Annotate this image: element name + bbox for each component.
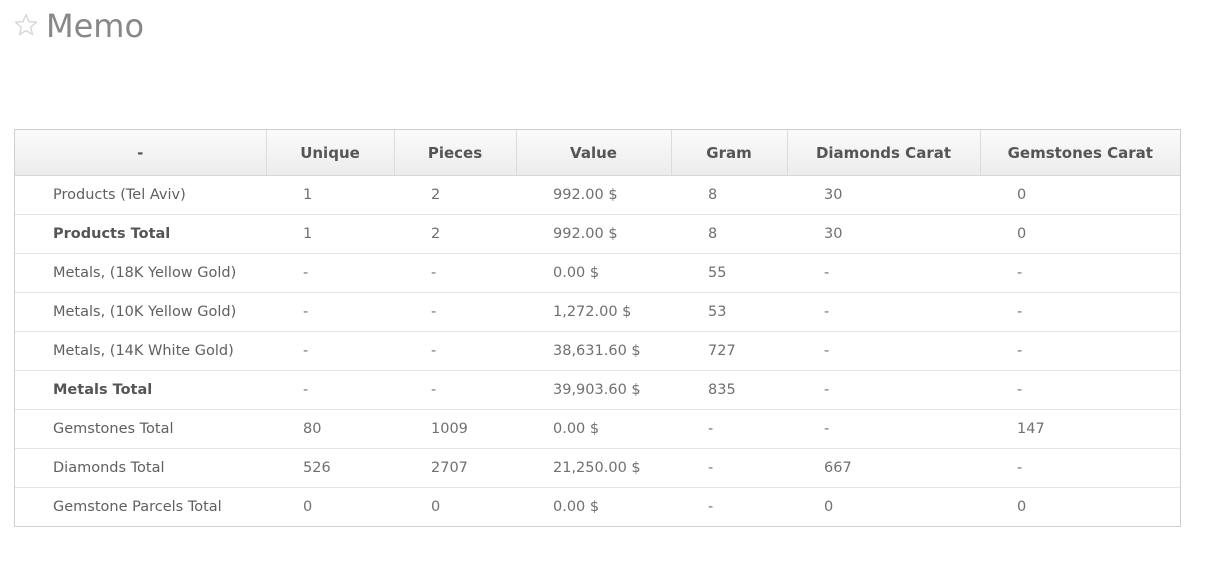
gemstones-carat-cell: 0 — [980, 175, 1180, 215]
gemstones-carat-cell: - — [980, 448, 1180, 488]
value-cell: 39,903.60 $ — [516, 370, 671, 410]
column-header-gemstones-carat[interactable]: Gemstones Carat — [980, 130, 1180, 176]
table-row: Gemstones Total 80 1009 0.00 $ - -147 — [15, 409, 1180, 449]
column-header-diamonds-carat[interactable]: Diamonds Carat — [787, 130, 981, 176]
value-cell: 0.00 $ — [516, 253, 671, 293]
unique-cell: - — [266, 331, 394, 371]
diamonds-carat-cell: 30 — [787, 214, 980, 254]
table-row: Gemstone Parcels Total 0 0 0.00 $ - 0 0 — [15, 488, 1180, 527]
diamonds-carat-cell: - — [787, 292, 980, 332]
row-label: Metals, (10K Yellow Gold) — [15, 292, 266, 332]
pieces-cell: 1009 — [394, 409, 516, 449]
page-title: Memo — [46, 7, 145, 45]
value-cell: 21,250.00 $ — [516, 448, 671, 488]
summary-table: - Unique Pieces Value Gram Diamonds Cara… — [14, 129, 1181, 527]
table-row: Products Total 1 2 992.00 $8 30 0 — [15, 214, 1180, 254]
diamonds-carat-cell: 667 — [787, 448, 980, 488]
row-label: Diamonds Total — [15, 448, 266, 488]
value-cell: 38,631.60 $ — [516, 331, 671, 371]
gram-cell: 8 — [671, 175, 787, 215]
gemstones-carat-cell: - — [980, 292, 1180, 332]
table-row: Metals Total - -39,903.60 $835- - — [15, 370, 1180, 410]
gram-cell: 835 — [671, 370, 787, 410]
diamonds-carat-cell: - — [787, 253, 980, 293]
unique-cell: - — [266, 292, 394, 332]
gemstones-carat-cell: 0 — [1017, 499, 1027, 515]
column-header-label[interactable]: - — [15, 130, 267, 176]
row-label: Metals Total — [15, 370, 266, 410]
pieces-cell: 2 — [394, 175, 516, 215]
pieces-cell: 2 — [394, 214, 516, 254]
pieces-cell: - — [394, 292, 516, 332]
pieces-cell: - — [394, 253, 516, 293]
unique-cell: 526 — [266, 448, 394, 488]
column-header-pieces[interactable]: Pieces — [394, 130, 517, 176]
value-cell: 992.00 $ — [516, 175, 671, 215]
value-cell: 0.00 $ — [516, 409, 671, 449]
unique-cell: - — [266, 370, 394, 410]
value-cell: 0.00 $ — [553, 499, 600, 515]
pieces-cell: - — [394, 331, 516, 371]
gemstones-carat-cell: 0 — [980, 214, 1180, 254]
gemstones-carat-cell: - — [980, 331, 1180, 371]
gram-cell: - — [671, 448, 787, 488]
pieces-cell: - — [394, 370, 516, 410]
value-cell: 1,272.00 $ — [516, 292, 671, 332]
diamonds-carat-cell: - — [787, 331, 980, 371]
gemstones-carat-cell: - — [980, 370, 1180, 410]
gram-cell: 55 — [671, 253, 787, 293]
value-cell: 992.00 $ — [516, 214, 671, 254]
gram-cell: - — [671, 409, 787, 449]
gram-cell: 8 — [671, 214, 787, 254]
gemstones-carat-cell: 147 — [980, 409, 1180, 449]
gram-cell: 53 — [671, 292, 787, 332]
table-header: - Unique Pieces Value Gram Diamonds Cara… — [15, 130, 1180, 176]
column-header-unique[interactable]: Unique — [266, 130, 395, 176]
table-body: Products (Tel Aviv) 1 2 992.00 $8 30 0 Product… — [15, 175, 1180, 527]
gram-cell: 727 — [671, 331, 787, 371]
diamonds-carat-cell: 0 — [824, 499, 834, 515]
column-header-gram[interactable]: Gram — [671, 130, 788, 176]
unique-cell: 80 — [266, 409, 394, 449]
gemstones-carat-cell: - — [980, 253, 1180, 293]
page-header: Memo — [14, 4, 144, 48]
table-row: Metals, (10K Yellow Gold) - -1,272.00 $53-… — [15, 292, 1180, 332]
diamonds-carat-cell: - — [787, 370, 980, 410]
table-row: Metals, (18K Yellow Gold) - -0.00 $55- - — [15, 253, 1180, 293]
diamonds-carat-cell: - — [787, 409, 980, 449]
table-row: Diamonds Total 526 2707 21,250.00 $ -667- — [15, 448, 1180, 488]
row-label: Gemstones Total — [15, 409, 266, 449]
table-row: Products (Tel Aviv) 1 2 992.00 $8 30 0 — [15, 175, 1180, 215]
row-label: Metals, (18K Yellow Gold) — [15, 253, 266, 293]
column-header-value[interactable]: Value — [516, 130, 672, 176]
diamonds-carat-cell: 30 — [787, 175, 980, 215]
row-label: Products (Tel Aviv) — [15, 175, 266, 215]
table-row: Metals, (14K White Gold) - -38,631.60 $727… — [15, 331, 1180, 371]
row-label: Gemstone Parcels Total — [53, 499, 222, 515]
pieces-cell: 2707 — [394, 448, 516, 488]
unique-cell: - — [266, 253, 394, 293]
unique-cell: 1 — [266, 175, 394, 215]
gram-cell: - — [708, 499, 714, 515]
star-icon[interactable] — [14, 13, 38, 37]
row-label: Products Total — [15, 214, 266, 254]
unique-cell: 1 — [266, 214, 394, 254]
row-label: Metals, (14K White Gold) — [15, 331, 266, 371]
unique-cell: 0 — [303, 499, 313, 515]
pieces-cell: 0 — [431, 499, 441, 515]
